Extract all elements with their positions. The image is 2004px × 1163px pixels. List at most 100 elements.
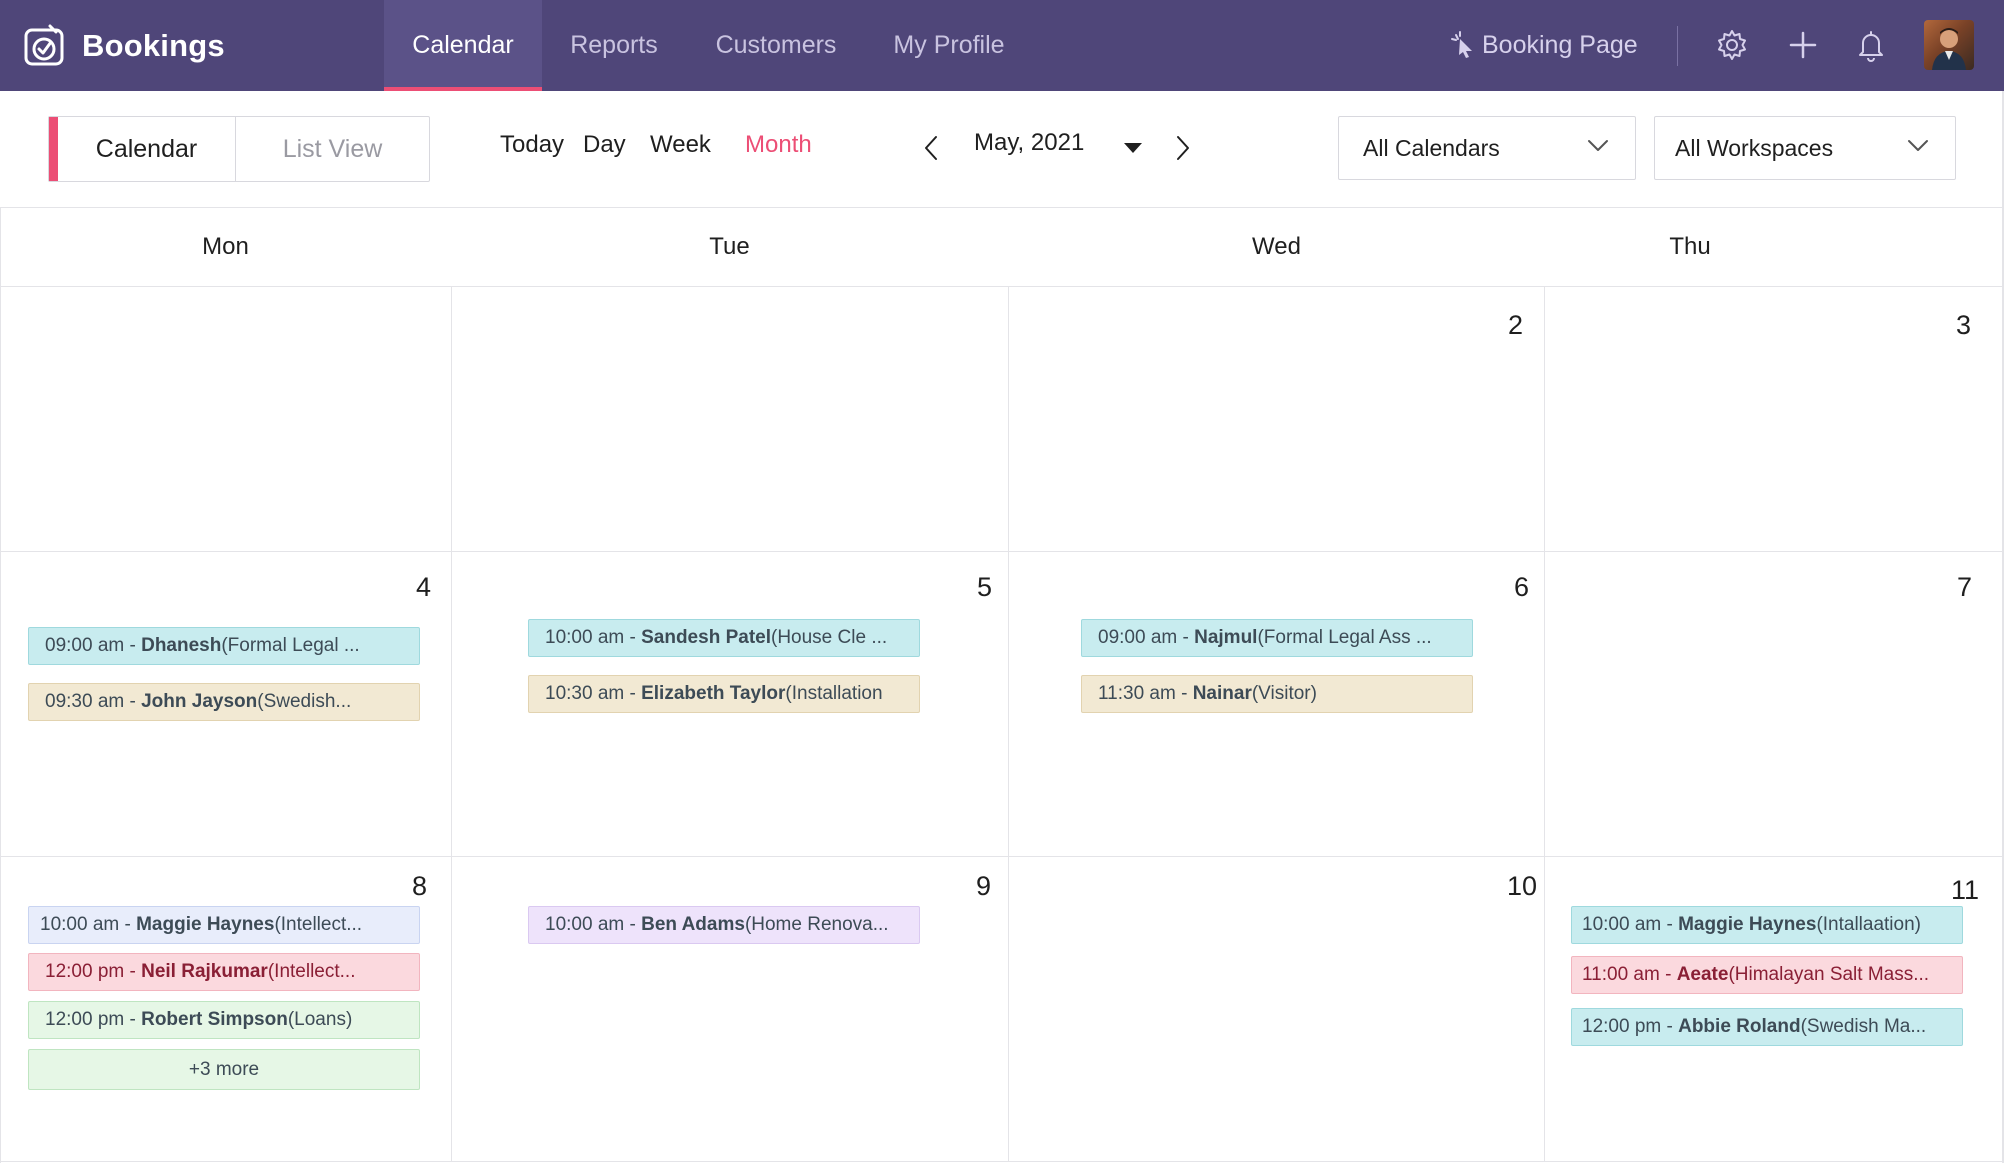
event-service: (Installation (785, 683, 883, 704)
calendar-view-button[interactable]: Calendar (58, 117, 236, 181)
tab-calendar[interactable]: Calendar (384, 0, 542, 91)
weekday-header-tue: Tue (709, 232, 750, 260)
grid-line (0, 856, 2004, 857)
booking-event[interactable]: 12:00 pm - Abbie Roland (Swedish Ma... (1571, 1008, 1963, 1046)
tab-customers[interactable]: Customers (700, 0, 852, 91)
booking-event[interactable]: 10:00 am - Sandesh Patel (House Cle ... (528, 619, 920, 657)
date-number: 10 (1507, 871, 1538, 901)
more-events-button[interactable]: +3 more (28, 1049, 420, 1090)
date-number: 2 (1508, 310, 1524, 340)
month-picker-caret-icon[interactable] (1122, 141, 1144, 160)
event-time: 12:00 pm - (45, 961, 136, 982)
grid-line (451, 286, 452, 1161)
weekday-header-wed: Wed (1252, 232, 1301, 260)
event-time: 10:00 am - (1582, 914, 1673, 935)
event-service: (House Cle ... (771, 627, 888, 648)
grid-line (0, 551, 2004, 552)
event-time: 12:00 pm - (45, 1009, 136, 1030)
booking-event[interactable]: 12:00 pm - Neil Rajkumar (Intellect... (28, 953, 420, 991)
event-service: (Swedish... (257, 691, 352, 712)
event-customer: Neil Rajkumar (141, 961, 268, 982)
avatar[interactable] (1924, 20, 1974, 70)
chevron-right-icon (1177, 136, 1189, 160)
tab-my-profile[interactable]: My Profile (870, 0, 1028, 91)
event-time: 10:00 am - (545, 914, 636, 935)
grid-line (1544, 286, 1545, 1161)
app-name: Bookings (82, 28, 225, 63)
list-view-button[interactable]: List View (236, 117, 429, 181)
event-service: (Formal Legal Ass ... (1257, 627, 1432, 648)
event-service: (Intellect... (267, 961, 356, 982)
date-number: 7 (1957, 572, 1973, 602)
weekday-header-mon: Mon (202, 232, 249, 260)
calendars-select[interactable]: All Calendars (1338, 116, 1636, 180)
workspaces-select[interactable]: All Workspaces (1654, 116, 1956, 180)
event-customer: Najmul (1194, 627, 1258, 648)
workspaces-select-value: All Workspaces (1675, 134, 1834, 161)
event-time: 11:00 am - (1582, 964, 1672, 985)
date-number: 11 (1951, 875, 1980, 905)
grid-line (0, 1161, 2004, 1162)
date-number: 3 (1956, 310, 1972, 340)
tab-reports[interactable]: Reports (546, 0, 682, 91)
bell-icon[interactable] (1850, 24, 1892, 66)
event-time: 10:00 am - (40, 914, 131, 935)
booking-event[interactable]: 12:00 pm - Robert Simpson (Loans) (28, 1001, 420, 1039)
booking-event[interactable]: 10:00 am - Ben Adams (Home Renova... (528, 906, 920, 944)
event-time: 09:00 am - (1098, 627, 1189, 648)
chevron-left-icon (925, 136, 937, 160)
current-month-label: May, 2021 (974, 129, 1085, 156)
top-nav-bar: Bookings Calendar Reports Customers My P… (0, 0, 2004, 91)
event-customer: Sandesh Patel (641, 627, 771, 648)
nav-divider (1677, 26, 1678, 66)
event-service: (Swedish Ma... (1800, 1016, 1927, 1037)
event-service: (Formal Legal ... (221, 635, 360, 656)
event-customer: Maggie Haynes (1678, 914, 1817, 935)
booking-event[interactable]: 11:00 am - Aeate (Himalayan Salt Mass... (1571, 956, 1963, 994)
booking-event[interactable]: 11:30 am - Nainar (Visitor) (1081, 675, 1473, 713)
booking-event[interactable]: 09:00 am - Najmul (Formal Legal Ass ... (1081, 619, 1473, 657)
user-photo (1932, 28, 1966, 70)
booking-event[interactable]: 10:00 am - Maggie Haynes (Intellect... (28, 906, 420, 944)
today-button[interactable]: Today (500, 131, 564, 159)
view-switcher: Calendar List View (48, 116, 430, 182)
event-customer: Maggie Haynes (136, 914, 275, 935)
calendar-toolbar: Calendar List View Today Day Week Month … (0, 91, 2004, 208)
event-customer: Aeate (1676, 964, 1729, 985)
grid-line (0, 286, 2004, 287)
settings-icon[interactable] (1711, 24, 1753, 66)
event-time: 12:00 pm - (1582, 1016, 1673, 1037)
brand[interactable]: Bookings (20, 22, 225, 70)
event-service: (Intellect... (274, 914, 363, 935)
previous-month-button[interactable] (918, 131, 944, 165)
booking-event[interactable]: 09:00 am - Dhanesh (Formal Legal ... (28, 627, 420, 665)
booking-page-link[interactable]: Booking Page (1450, 24, 1638, 66)
booking-event[interactable]: 09:30 am - John Jayson (Swedish... (28, 683, 420, 721)
date-number: 9 (976, 871, 992, 901)
booking-event[interactable]: 10:00 am - Maggie Haynes (Intallaation) (1571, 906, 1963, 944)
date-number: 4 (416, 572, 432, 602)
booking-page-label: Booking Page (1482, 30, 1638, 59)
day-button[interactable]: Day (583, 131, 626, 159)
event-customer: Robert Simpson (141, 1009, 288, 1030)
calendars-select-value: All Calendars (1363, 134, 1500, 161)
event-customer: Abbie Roland (1678, 1016, 1801, 1037)
month-button[interactable]: Month (745, 131, 812, 159)
date-number: 5 (977, 572, 993, 602)
date-number: 8 (412, 871, 428, 901)
week-button[interactable]: Week (650, 131, 711, 159)
plus-icon[interactable] (1782, 24, 1824, 66)
event-time: 09:30 am - (45, 691, 136, 712)
weekday-header-thu: Thu (1669, 232, 1711, 260)
grid-line (1008, 286, 1009, 1161)
next-month-button[interactable] (1170, 131, 1196, 165)
event-time: 10:00 am - (545, 627, 636, 648)
date-number: 6 (1514, 572, 1530, 602)
month-grid: Mon Tue Wed Thu 2 3 4 5 6 7 09:00 am - D… (0, 207, 2004, 1163)
event-service: (Intallaation) (1816, 914, 1921, 935)
event-service: (Home Renova... (744, 914, 889, 935)
booking-event[interactable]: 10:30 am - Elizabeth Taylor (Installatio… (528, 675, 920, 713)
event-customer: John Jayson (141, 691, 258, 712)
grid-line (0, 207, 1, 1163)
event-customer: Dhanesh (141, 635, 222, 656)
